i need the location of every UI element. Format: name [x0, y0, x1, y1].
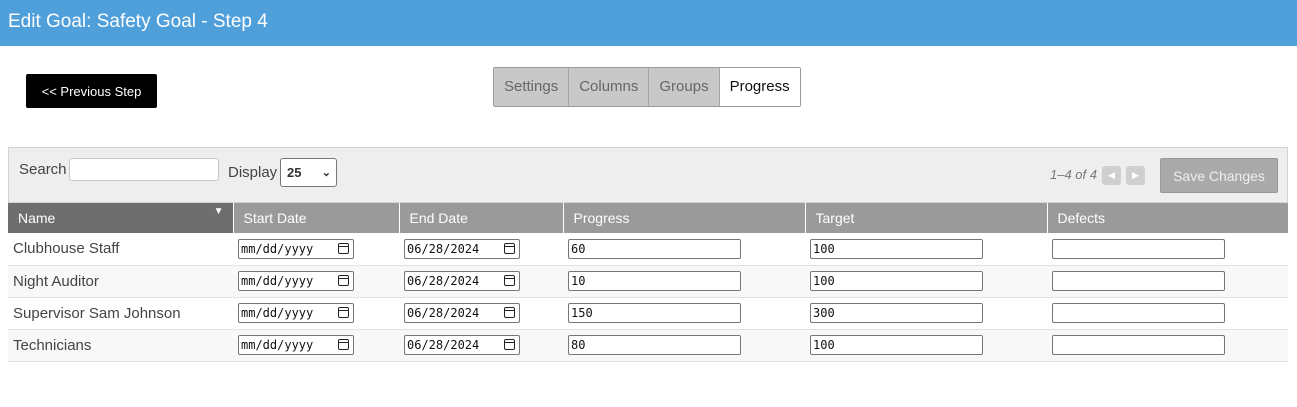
step-tabs: Settings Columns Groups Progress [493, 67, 801, 107]
defects-input[interactable] [1052, 303, 1225, 323]
calendar-icon[interactable] [338, 339, 349, 350]
progress-input[interactable] [568, 238, 741, 259]
end-date-input[interactable]: 06/28/2024 [404, 271, 520, 291]
column-header-defects[interactable]: Defects [1047, 203, 1288, 233]
target-input[interactable] [810, 271, 983, 291]
progress-input[interactable] [568, 335, 741, 355]
defects-input[interactable] [1052, 238, 1225, 259]
row-name: Night Auditor [8, 265, 233, 298]
calendar-icon[interactable] [338, 242, 349, 254]
table-header-row: Name ▼ Start Date End Date Progress Targ… [8, 203, 1288, 233]
target-input[interactable] [810, 335, 983, 355]
tab-groups[interactable]: Groups [649, 68, 720, 106]
calendar-icon[interactable] [338, 307, 349, 318]
end-date-input[interactable]: 06/28/2024 [404, 335, 520, 355]
calendar-icon[interactable] [504, 242, 515, 254]
calendar-icon[interactable] [504, 307, 515, 318]
start-date-input[interactable]: mm/dd/yyyy [238, 303, 354, 323]
progress-table: Name ▼ Start Date End Date Progress Targ… [8, 203, 1288, 362]
search-label: Search [19, 161, 67, 178]
next-page-icon[interactable]: ▶ [1126, 166, 1145, 185]
end-date-value: 06/28/2024 [407, 274, 480, 288]
pager-text: 1–4 of 4 [1050, 167, 1097, 182]
row-name: Supervisor Sam Johnson [8, 297, 233, 330]
sort-down-icon: ▼ [213, 206, 224, 217]
progress-panel: Search Display 25 ⌄ 1–4 of 4 ◀ ▶ Save Ch… [8, 147, 1288, 363]
column-header-progress[interactable]: Progress [563, 203, 806, 233]
target-input[interactable] [810, 303, 983, 323]
display-label: Display [228, 164, 278, 181]
start-date-value: mm/dd/yyyy [241, 241, 314, 256]
prev-page-icon[interactable]: ◀ [1102, 166, 1121, 185]
search-input[interactable] [69, 158, 219, 181]
display-select[interactable]: 25 ⌄ [280, 158, 337, 187]
row-name: Clubhouse Staff [8, 233, 233, 266]
calendar-icon[interactable] [504, 275, 515, 286]
tab-settings[interactable]: Settings [494, 68, 570, 106]
progress-input[interactable] [568, 303, 741, 323]
table-row: Technicians mm/dd/yyyy 06/28/2024 [8, 329, 1288, 362]
end-date-input[interactable]: 06/28/2024 [404, 238, 520, 259]
page-title: Edit Goal: Safety Goal - Step 4 [0, 0, 1297, 46]
calendar-icon[interactable] [504, 339, 515, 350]
column-header-end-date[interactable]: End Date [399, 203, 564, 233]
start-date-input[interactable]: mm/dd/yyyy [238, 271, 354, 291]
end-date-value: 06/28/2024 [407, 241, 480, 256]
defects-input[interactable] [1052, 271, 1225, 291]
tab-columns[interactable]: Columns [569, 68, 650, 106]
save-changes-button[interactable]: Save Changes [1160, 158, 1278, 193]
table-toolbar: Search Display 25 ⌄ 1–4 of 4 ◀ ▶ Save Ch… [8, 147, 1288, 203]
calendar-icon[interactable] [338, 275, 349, 286]
column-header-start-date[interactable]: Start Date [233, 203, 400, 233]
table-row: Supervisor Sam Johnson mm/dd/yyyy 06/28/… [8, 297, 1288, 330]
column-label: Name [18, 210, 56, 226]
end-date-input[interactable]: 06/28/2024 [404, 303, 520, 323]
start-date-value: mm/dd/yyyy [241, 274, 314, 288]
column-header-target[interactable]: Target [805, 203, 1048, 233]
start-date-input[interactable]: mm/dd/yyyy [238, 335, 354, 355]
defects-input[interactable] [1052, 335, 1225, 355]
row-name: Technicians [8, 329, 233, 362]
start-date-value: mm/dd/yyyy [241, 338, 314, 352]
previous-step-button[interactable]: << Previous Step [26, 74, 157, 108]
start-date-input[interactable]: mm/dd/yyyy [238, 238, 354, 259]
column-header-name[interactable]: Name ▼ [8, 203, 234, 233]
chevron-down-icon: ⌄ [321, 167, 331, 179]
end-date-value: 06/28/2024 [407, 338, 480, 352]
progress-input[interactable] [568, 271, 741, 291]
target-input[interactable] [810, 238, 983, 259]
table-row: Clubhouse Staff mm/dd/yyyy 06/28/2024 [8, 233, 1288, 266]
start-date-value: mm/dd/yyyy [241, 306, 314, 320]
table-row: Night Auditor mm/dd/yyyy 06/28/2024 [8, 265, 1288, 298]
end-date-value: 06/28/2024 [407, 306, 480, 320]
display-value: 25 [287, 165, 302, 180]
tab-progress[interactable]: Progress [719, 68, 800, 106]
